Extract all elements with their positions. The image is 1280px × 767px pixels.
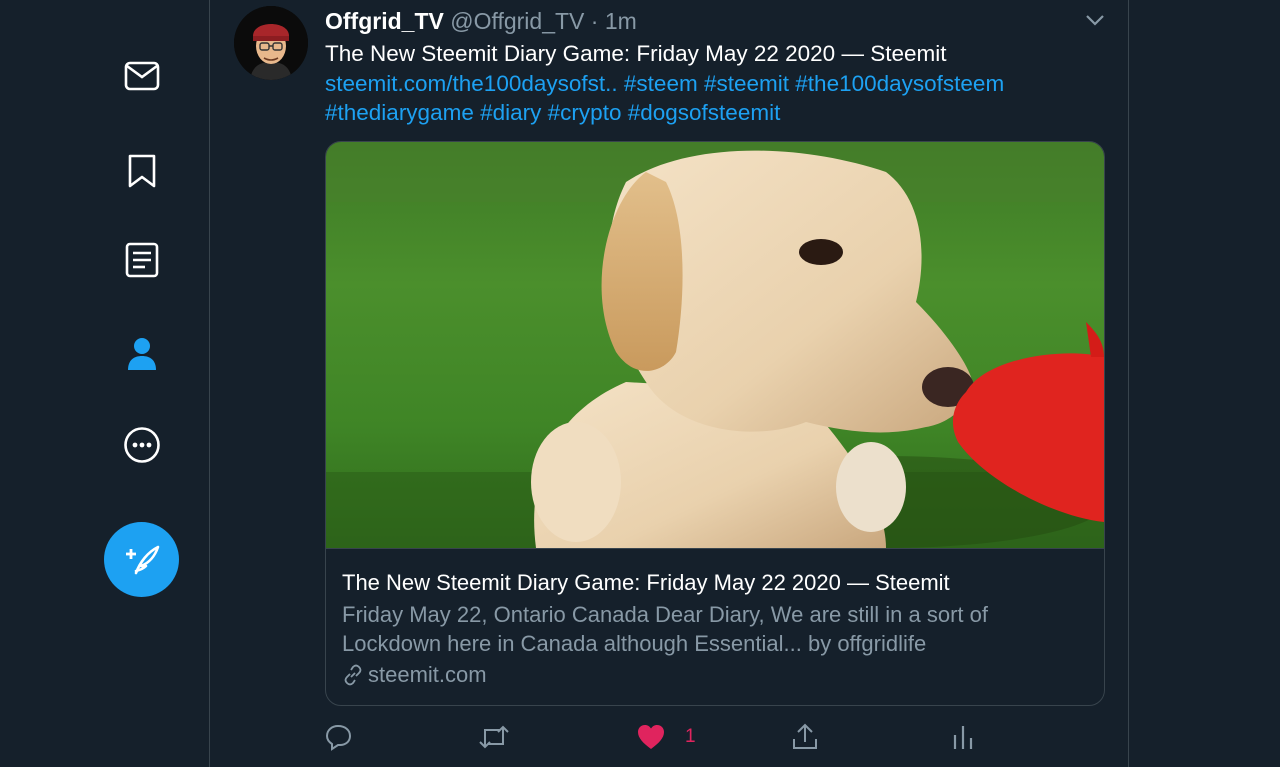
display-name[interactable]: Offgrid_TV — [325, 8, 444, 34]
share-icon — [793, 723, 817, 749]
reply-button[interactable] — [325, 720, 353, 754]
share-button[interactable] — [791, 720, 819, 754]
reply-icon — [325, 724, 352, 751]
tweet-text-plain: The New Steemit Diary Game: Friday May 2… — [325, 41, 947, 66]
tweet-text: The New Steemit Diary Game: Friday May 2… — [325, 39, 1085, 128]
bookmark-icon — [128, 154, 156, 188]
tweet-link[interactable]: steemit.com/the100daysofst.. — [325, 71, 618, 96]
handle[interactable]: @Offgrid_TV — [450, 8, 584, 34]
hashtag[interactable]: #the100daysofsteem — [795, 71, 1004, 96]
column-divider — [1128, 0, 1129, 767]
avatar-image — [234, 6, 308, 80]
chevron-down-icon — [1086, 15, 1104, 26]
timestamp[interactable]: 1m — [605, 8, 637, 34]
card-description: Friday May 22, Ontario Canada Dear Diary… — [342, 602, 988, 656]
nav-bookmarks[interactable] — [112, 141, 172, 201]
card-domain: steemit.com — [342, 662, 487, 688]
separator: · — [590, 8, 599, 34]
nav-lists[interactable] — [112, 230, 172, 290]
tweet-actions: 1 — [325, 720, 1105, 754]
analytics-icon — [953, 726, 973, 749]
list-icon — [125, 242, 159, 278]
avatar[interactable] — [234, 6, 308, 80]
card-title: The New Steemit Diary Game: Friday May 2… — [342, 570, 950, 595]
tweet-header: Offgrid_TV @Offgrid_TV · 1m — [325, 8, 637, 34]
hashtag[interactable]: #diary — [480, 100, 541, 125]
link-card[interactable]: The New Steemit Diary Game: Friday May 2… — [325, 141, 1105, 706]
compose-tweet-icon — [125, 545, 159, 574]
hashtag[interactable]: #steem — [624, 71, 698, 96]
nav-profile[interactable] — [112, 324, 172, 384]
hashtag[interactable]: #dogsofsteemit — [628, 100, 781, 125]
left-nav — [0, 0, 210, 767]
compose-tweet-button[interactable] — [104, 522, 179, 597]
like-count: 1 — [685, 726, 696, 747]
tweet-menu-button[interactable] — [1083, 8, 1107, 32]
card-image — [326, 142, 1104, 548]
more-icon — [124, 427, 160, 463]
nav-more[interactable] — [112, 415, 172, 475]
retweet-icon — [479, 725, 509, 749]
like-button[interactable]: 1 — [637, 720, 696, 754]
hashtag[interactable]: #thediarygame — [325, 100, 474, 125]
envelope-icon — [124, 61, 160, 91]
retweet-button[interactable] — [478, 720, 510, 754]
card-body: The New Steemit Diary Game: Friday May 2… — [326, 548, 1104, 705]
link-icon — [344, 664, 362, 686]
heart-icon — [638, 725, 664, 749]
hashtag[interactable]: #steemit — [704, 71, 789, 96]
analytics-button[interactable] — [951, 720, 975, 754]
user-icon — [128, 338, 156, 370]
nav-messages[interactable] — [112, 46, 172, 106]
hashtag[interactable]: #crypto — [548, 100, 622, 125]
tweet[interactable]: Offgrid_TV @Offgrid_TV · 1m The New Stee… — [211, 0, 1128, 767]
card-domain-text: steemit.com — [368, 662, 487, 687]
